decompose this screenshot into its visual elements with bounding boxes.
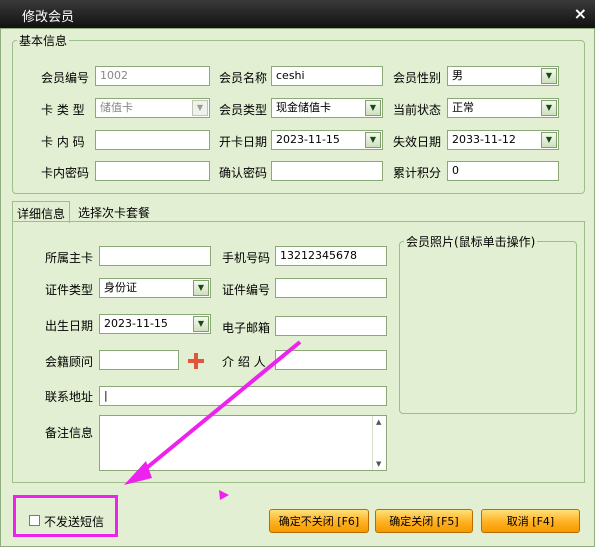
no-sms-checkbox[interactable] [29, 515, 40, 526]
member-name-label: 会员名称 [219, 71, 268, 85]
member-photo-legend: 会员照片(鼠标单击操作) [406, 235, 536, 249]
email-field[interactable] [275, 316, 387, 336]
close-icon[interactable]: × [574, 4, 587, 23]
address-field[interactable]: | [99, 386, 387, 406]
chevron-down-icon[interactable]: ▼ [541, 68, 557, 84]
main-card-field[interactable] [99, 246, 211, 266]
confirm-no-close-button[interactable]: 确定不关闭 [F6] [269, 509, 369, 533]
remark-label: 备注信息 [45, 426, 94, 440]
member-name-field[interactable]: ceshi [271, 66, 383, 86]
address-label: 联系地址 [45, 390, 94, 404]
tab-detail-info[interactable]: 详细信息 [12, 201, 71, 223]
chevron-down-icon[interactable]: ▼ [365, 132, 381, 148]
tab-select-package[interactable]: 选择次卡套餐 [74, 201, 154, 223]
confirm-password-label: 确认密码 [219, 166, 268, 180]
scroll-up-icon[interactable]: ▲ [376, 418, 381, 426]
advisor-field[interactable] [99, 350, 179, 370]
referrer-field[interactable] [275, 350, 387, 370]
status-value: 正常 [452, 101, 474, 114]
member-type-value: 现金储值卡 [276, 101, 331, 114]
main-card-label: 所属主卡 [45, 251, 94, 265]
phone-field[interactable]: 13212345678 [275, 246, 387, 266]
card-type-label: 卡 类 型 [41, 103, 85, 117]
status-label: 当前状态 [393, 103, 442, 117]
id-no-field[interactable] [275, 278, 387, 298]
birth-date-picker[interactable]: 2023-11-15 ▼ [99, 314, 211, 334]
id-type-label: 证件类型 [45, 283, 94, 297]
expire-date-value: 2033-11-12 [452, 133, 516, 146]
open-date-picker[interactable]: 2023-11-15 ▼ [271, 130, 383, 150]
chevron-down-icon[interactable]: ▼ [541, 100, 557, 116]
referrer-label: 介 绍 人 [222, 355, 266, 369]
status-select[interactable]: 正常 ▼ [447, 98, 559, 118]
phone-label: 手机号码 [222, 251, 271, 265]
card-password-label: 卡内密码 [41, 166, 90, 180]
member-no-label: 会员编号 [41, 71, 90, 85]
member-photo-group[interactable]: 会员照片(鼠标单击操作) [399, 233, 577, 414]
chevron-down-icon: ▼ [192, 100, 208, 116]
points-field[interactable]: 0 [447, 161, 559, 181]
window-title: 修改会员 [22, 10, 75, 25]
member-no-field: 1002 [95, 66, 210, 86]
id-type-value: 身份证 [104, 281, 137, 294]
plus-icon[interactable] [188, 353, 204, 369]
id-no-label: 证件编号 [222, 283, 271, 297]
title-bar: 修改会员 × [0, 0, 595, 28]
advisor-label: 会籍顾问 [45, 355, 94, 369]
cancel-button[interactable]: 取消 [F4] [481, 509, 580, 533]
member-type-select[interactable]: 现金储值卡 ▼ [271, 98, 383, 118]
dialog-body: 基本信息 会员编号 1002 会员名称 ceshi 会员性别 男 ▼ 卡 类 型… [0, 28, 595, 547]
card-type-select: 储值卡 ▼ [95, 98, 210, 118]
email-label: 电子邮箱 [222, 321, 271, 335]
birth-date-label: 出生日期 [45, 319, 94, 333]
expire-date-label: 失效日期 [393, 135, 442, 149]
gender-label: 会员性别 [393, 71, 442, 85]
basic-info-legend: 基本信息 [19, 34, 68, 48]
confirm-password-field[interactable] [271, 161, 383, 181]
chevron-down-icon[interactable]: ▼ [193, 280, 209, 296]
open-date-value: 2023-11-15 [276, 133, 340, 146]
chevron-down-icon[interactable]: ▼ [193, 316, 209, 332]
birth-date-value: 2023-11-15 [104, 317, 168, 330]
open-date-label: 开卡日期 [219, 135, 268, 149]
gender-value: 男 [452, 69, 463, 82]
member-type-label: 会员类型 [219, 103, 268, 117]
scroll-down-icon[interactable]: ▼ [376, 460, 381, 468]
chevron-down-icon[interactable]: ▼ [541, 132, 557, 148]
no-sms-label: 不发送短信 [44, 515, 105, 529]
id-type-select[interactable]: 身份证 ▼ [99, 278, 211, 298]
gender-select[interactable]: 男 ▼ [447, 66, 559, 86]
card-type-value: 储值卡 [100, 101, 133, 114]
chevron-down-icon[interactable]: ▼ [365, 100, 381, 116]
expire-date-picker[interactable]: 2033-11-12 ▼ [447, 130, 559, 150]
remark-textarea[interactable]: ▲ ▼ [99, 415, 387, 471]
card-code-field[interactable] [95, 130, 210, 150]
points-label: 累计积分 [393, 166, 442, 180]
card-code-label: 卡 内 码 [41, 135, 85, 149]
confirm-close-button[interactable]: 确定关闭 [F5] [375, 509, 473, 533]
card-password-field[interactable] [95, 161, 210, 181]
remark-scrollbar[interactable]: ▲ ▼ [372, 416, 386, 470]
